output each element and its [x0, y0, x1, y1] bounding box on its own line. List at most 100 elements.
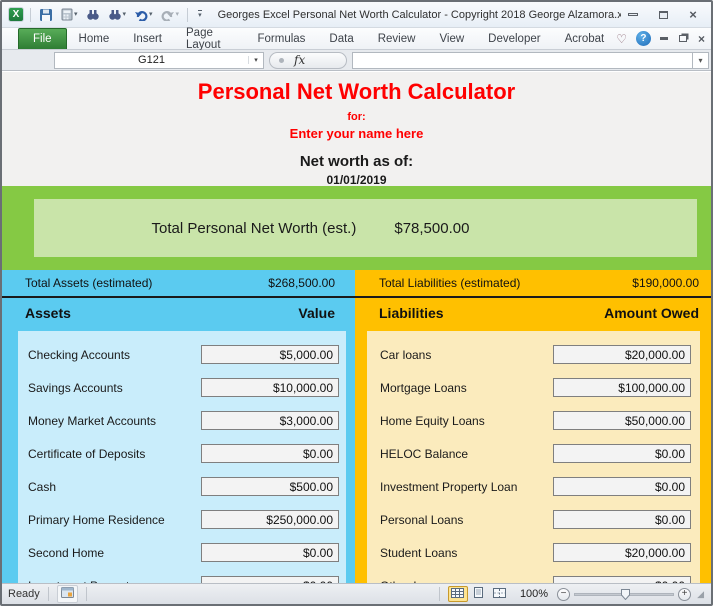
normal-view-button[interactable]	[448, 586, 468, 602]
asset-label: Savings Accounts	[28, 381, 123, 395]
excel-app-icon: X	[8, 7, 24, 22]
liabilities-panel: Car loans $20,000.00 Mortgage Loans $100…	[367, 331, 700, 583]
asset-value-cell[interactable]: $250,000.00	[201, 510, 339, 529]
heart-icon[interactable]: ♡	[616, 33, 627, 45]
zoom-slider[interactable]	[574, 593, 674, 596]
tab-file[interactable]: File	[18, 28, 67, 49]
asset-value-cell[interactable]: $500.00	[201, 477, 339, 496]
liability-value-cell[interactable]: $0.00	[553, 510, 691, 529]
ribbon-tab[interactable]: Home	[67, 28, 122, 49]
name-box[interactable]: G121 ▾	[54, 52, 264, 69]
insert-function-button[interactable]: fx	[269, 52, 347, 69]
formula-input[interactable]	[352, 52, 693, 69]
assets-header-row: Assets Value	[2, 298, 355, 328]
excel-window: X ▾ ▾ ▾ ▾ ▾ Georges Excel Personal Net W…	[0, 0, 713, 606]
asset-value-cell[interactable]: $0.00	[201, 444, 339, 463]
workbook-close-icon[interactable]: ×	[698, 33, 705, 45]
formula-bar: G121 ▾ fx ▾	[2, 50, 711, 71]
asset-label: Cash	[28, 480, 56, 494]
dropdown-arrow-icon[interactable]: ▾	[74, 11, 78, 18]
ribbon-tab[interactable]: View	[427, 28, 476, 49]
normal-view-icon	[451, 588, 464, 601]
help-button[interactable]: ?	[636, 31, 651, 46]
zoom-out-button[interactable]: −	[557, 588, 570, 601]
zoom-slider-handle[interactable]	[621, 589, 630, 603]
ribbon-tab[interactable]: Formulas	[245, 28, 317, 49]
window-title: Georges Excel Personal Net Worth Calcula…	[208, 9, 621, 21]
asset-value-cell[interactable]: $10,000.00	[201, 378, 339, 397]
page-break-view-icon	[493, 588, 506, 601]
liability-label: Home Equity Loans	[380, 414, 485, 428]
ribbon-tab[interactable]: Insert	[121, 28, 174, 49]
liability-value-cell[interactable]: $50,000.00	[553, 411, 691, 430]
workbook-restore-icon[interactable]	[679, 35, 687, 42]
asset-row: Money Market Accounts $3,000.00	[18, 404, 346, 437]
macro-record-icon	[61, 587, 74, 601]
quick-print-button[interactable]: ▾	[59, 7, 80, 22]
worksheet: Personal Net Worth Calculator for: Enter…	[2, 71, 711, 583]
assets-total-row: Total Assets (estimated) $268,500.00	[2, 270, 355, 296]
ribbon-tab[interactable]: Review	[366, 28, 428, 49]
liability-label: Car loans	[380, 348, 431, 362]
ribbon-tab[interactable]: Acrobat	[553, 28, 617, 49]
close-icon: ×	[689, 8, 697, 21]
zoom-in-button[interactable]: +	[678, 588, 691, 601]
name-entry-cell[interactable]: Enter your name here	[2, 126, 711, 141]
asset-row: Certificate of Deposits $0.00	[18, 437, 346, 470]
save-button[interactable]	[37, 7, 55, 23]
ribbon-tab[interactable]: Data	[317, 28, 365, 49]
find-select-button[interactable]: ▾	[106, 7, 129, 22]
dropdown-arrow-icon[interactable]: ▾	[149, 11, 153, 18]
networth-label: Total Personal Net Worth (est.)	[152, 220, 357, 237]
ribbon-right-controls: ♡ ? ×	[616, 28, 711, 49]
title-bar: X ▾ ▾ ▾ ▾ ▾ Georges Excel Personal Net W…	[2, 2, 711, 28]
date-cell[interactable]: 01/01/2019	[2, 173, 711, 187]
liabilities-header: Liabilities	[379, 305, 444, 321]
page-break-view-button[interactable]	[490, 586, 510, 602]
assets-column: Total Assets (estimated) $268,500.00 Ass…	[2, 270, 355, 583]
name-box-dropdown-icon[interactable]: ▾	[248, 56, 263, 64]
asset-row: Primary Home Residence $250,000.00	[18, 503, 346, 536]
page-layout-view-icon	[472, 587, 485, 601]
maximize-button[interactable]	[655, 8, 671, 22]
liability-value-cell[interactable]: $0.00	[553, 477, 691, 496]
liability-row: Investment Property Loan $0.00	[367, 470, 700, 503]
networth-summary: Total Personal Net Worth (est.) $78,500.…	[34, 199, 697, 257]
close-button[interactable]: ×	[685, 8, 701, 22]
ribbon-tab[interactable]: Developer	[476, 28, 552, 49]
function-dot-icon	[279, 58, 284, 63]
asset-value-cell[interactable]: $3,000.00	[201, 411, 339, 430]
asset-row: Savings Accounts $10,000.00	[18, 371, 346, 404]
dropdown-arrow-icon[interactable]: ▾	[123, 11, 127, 18]
liability-value-cell[interactable]: $100,000.00	[553, 378, 691, 397]
asset-row: Checking Accounts $5,000.00	[18, 338, 346, 371]
find-button[interactable]	[84, 7, 102, 22]
liability-value-cell[interactable]: $0.00	[553, 444, 691, 463]
asset-value-cell[interactable]: $0.00	[201, 543, 339, 562]
macro-record-button[interactable]	[57, 585, 78, 603]
window-controls: ×	[625, 8, 705, 22]
expand-formula-bar-icon[interactable]: ▾	[693, 52, 709, 69]
asset-value-cell[interactable]: $0.00	[201, 576, 339, 583]
liability-value-cell[interactable]: $0.00	[553, 576, 691, 583]
liability-value-cell[interactable]: $20,000.00	[553, 345, 691, 364]
page-layout-view-button[interactable]	[469, 586, 489, 602]
resize-grip-icon[interactable]: ◢	[697, 589, 705, 600]
zoom-level[interactable]: 100%	[520, 588, 548, 600]
assets-total-value: $268,500.00	[268, 276, 335, 290]
liability-label: Personal Loans	[380, 513, 463, 527]
customize-qat-button[interactable]: ▾	[194, 9, 204, 20]
statusbar-separator	[439, 587, 440, 601]
undo-button[interactable]: ▾	[132, 8, 155, 22]
minimize-button[interactable]	[625, 8, 641, 22]
liability-value-cell[interactable]: $20,000.00	[553, 543, 691, 562]
ribbon-tab[interactable]: Page Layout	[174, 28, 245, 49]
liabilities-column: Total Liabilities (estimated) $190,000.0…	[355, 270, 711, 583]
assets-total-label: Total Assets (estimated)	[25, 276, 152, 290]
asset-value-cell[interactable]: $5,000.00	[201, 345, 339, 364]
dropdown-arrow-icon: ▾	[176, 11, 180, 18]
cell-reference: G121	[55, 54, 248, 66]
workbook-minimize-icon[interactable]	[660, 37, 668, 40]
page-title: Personal Net Worth Calculator	[2, 72, 711, 105]
redo-button[interactable]: ▾	[159, 8, 182, 22]
